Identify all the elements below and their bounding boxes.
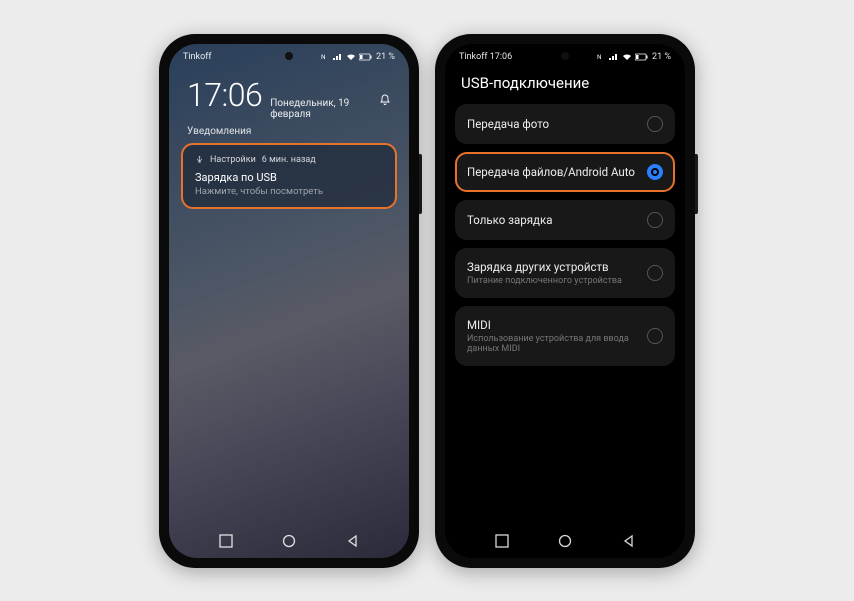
wifi-icon xyxy=(622,53,632,61)
nav-recent-icon[interactable] xyxy=(219,534,233,548)
radio-button[interactable] xyxy=(647,164,663,180)
option-text: Передача файлов/Android Auto xyxy=(467,165,637,179)
status-icons: N 21 % xyxy=(321,52,395,62)
option-label: Передача файлов/Android Auto xyxy=(467,165,637,179)
radio-button[interactable] xyxy=(647,328,663,344)
phone-left: Tinkoff N 21 % 17:06 Понедельник, 19 фев… xyxy=(159,34,419,568)
signal-icon xyxy=(333,53,343,61)
notification-card[interactable]: Настройки 6 мин. назад Зарядка по USB На… xyxy=(181,143,397,209)
nfc-icon: N xyxy=(321,52,330,61)
lock-screen: Tinkoff N 21 % 17:06 Понедельник, 19 фев… xyxy=(169,44,409,558)
usb-option-4[interactable]: MIDI Использование устройства для ввода д… xyxy=(455,306,675,366)
usb-option-0[interactable]: Передача фото xyxy=(455,104,675,144)
page-title: USB-подключение xyxy=(445,66,685,104)
nav-bar xyxy=(445,524,685,558)
option-label: Зарядка других устройств xyxy=(467,260,637,274)
usb-option-1[interactable]: Передача файлов/Android Auto xyxy=(455,152,675,192)
bell-icon xyxy=(379,94,391,109)
notification-meta: Настройки 6 мин. назад xyxy=(195,155,383,165)
battery-icon xyxy=(635,53,649,61)
front-camera xyxy=(285,52,293,60)
option-subtitle: Использование устройства для ввода данны… xyxy=(467,334,637,354)
option-text: Зарядка других устройств Питание подключе… xyxy=(467,260,637,286)
status-carrier: Tinkoff 17:06 xyxy=(459,52,512,62)
clock-time: 17:06 xyxy=(187,76,262,114)
nfc-icon: N xyxy=(597,52,606,61)
nav-home-icon[interactable] xyxy=(558,534,572,548)
clock-row: 17:06 Понедельник, 19 февраля xyxy=(169,66,409,120)
nav-recent-icon[interactable] xyxy=(495,534,509,548)
battery-percent: 21 % xyxy=(376,52,395,62)
svg-text:N: N xyxy=(321,53,326,61)
notification-app: Настройки xyxy=(210,155,256,165)
usb-icon xyxy=(195,155,204,164)
phone-right: Tinkoff 17:06 N 21 % USB-подключение Пер… xyxy=(435,34,695,568)
option-label: Только зарядка xyxy=(467,213,637,227)
option-label: Передача фото xyxy=(467,117,637,131)
option-text: MIDI Использование устройства для ввода д… xyxy=(467,318,637,354)
option-text: Передача фото xyxy=(467,117,637,131)
signal-icon xyxy=(609,53,619,61)
notification-subtitle: Нажмите, чтобы посмотреть xyxy=(195,186,383,197)
svg-text:N: N xyxy=(597,53,602,61)
radio-button[interactable] xyxy=(647,116,663,132)
battery-percent: 21 % xyxy=(652,52,671,62)
notification-title: Зарядка по USB xyxy=(195,171,383,184)
radio-button[interactable] xyxy=(647,265,663,281)
status-carrier: Tinkoff xyxy=(183,52,211,62)
clock-date: Понедельник, 19 февраля xyxy=(270,98,371,120)
battery-icon xyxy=(359,53,373,61)
nav-home-icon[interactable] xyxy=(282,534,296,548)
status-icons: N 21 % xyxy=(597,52,671,62)
notifications-header: Уведомления xyxy=(169,120,409,143)
usb-option-2[interactable]: Только зарядка xyxy=(455,200,675,240)
nav-bar xyxy=(169,524,409,558)
option-subtitle: Питание подключенного устройства xyxy=(467,276,637,286)
settings-screen: Tinkoff 17:06 N 21 % USB-подключение Пер… xyxy=(445,44,685,558)
radio-button[interactable] xyxy=(647,212,663,228)
nav-back-icon[interactable] xyxy=(346,534,360,548)
option-label: MIDI xyxy=(467,318,637,332)
notification-time: 6 мин. назад xyxy=(262,155,316,165)
option-text: Только зарядка xyxy=(467,213,637,227)
front-camera xyxy=(561,52,569,60)
wifi-icon xyxy=(346,53,356,61)
nav-back-icon[interactable] xyxy=(622,534,636,548)
usb-option-3[interactable]: Зарядка других устройств Питание подключе… xyxy=(455,248,675,298)
